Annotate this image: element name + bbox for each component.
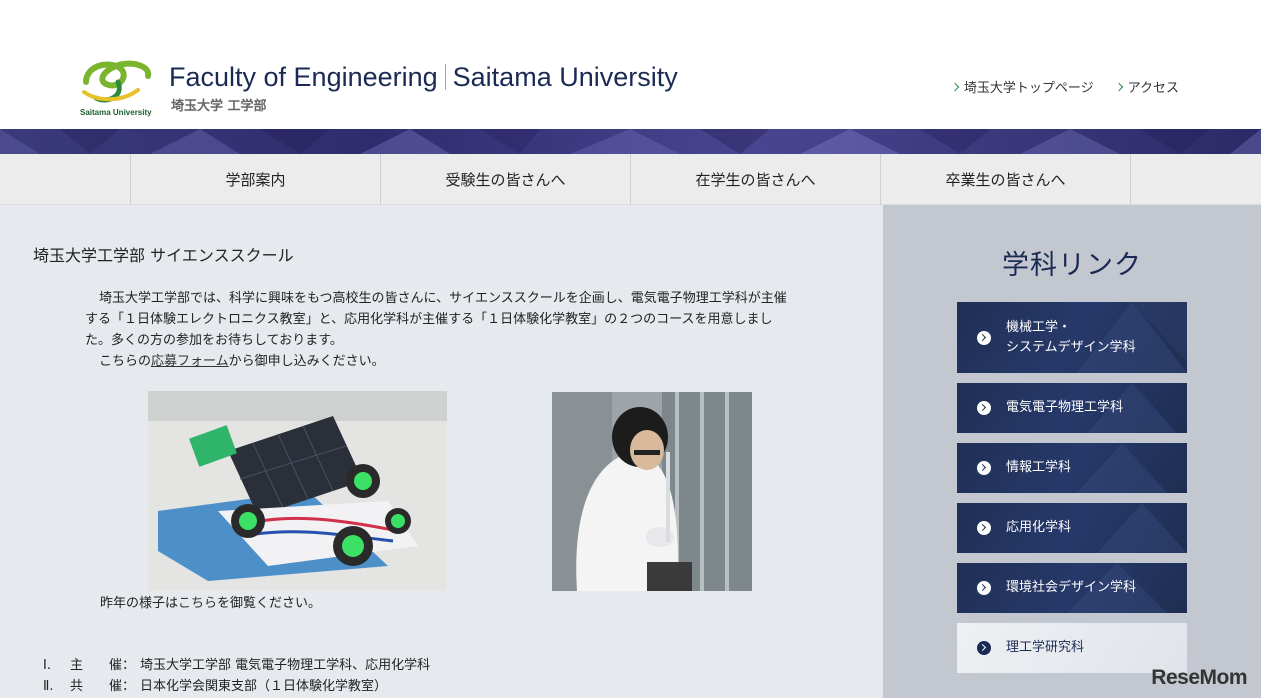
dept-link-electrical[interactable]: 電気電子物理工学科 — [957, 383, 1187, 433]
watermark-logo: ReseMom — [1151, 666, 1247, 689]
dept-link-label: 応用化学科 — [1006, 520, 1072, 535]
sidebar-title: 学科リンク — [1002, 250, 1142, 281]
dept-link-label: 理工学研究科 — [1006, 640, 1085, 655]
dept-link-environmental[interactable]: 環境社会デザイン学科 — [957, 563, 1187, 613]
top-link-label: 埼玉大学トップページ — [963, 81, 1094, 96]
dept-link-label: 環境社会デザイン学科 — [1006, 580, 1137, 595]
info-key: 主 催： — [70, 658, 136, 673]
top-link-university-top[interactable]: 埼玉大学トップページ — [950, 77, 1094, 96]
chemistry-lab-photo — [552, 392, 752, 591]
department-links-sidebar: 学科リンク 機械工学・ システムデザイン学科 電気電子物理工学科 情報工学科 応… — [883, 205, 1261, 698]
arrow-right-icon — [977, 521, 991, 535]
site-title-faculty: Faculty of Engineering — [169, 62, 438, 92]
logo-caption: Saitama University — [80, 108, 152, 117]
info-value: 埼玉大学工学部 電気電子物理工学科、応用化学科 — [140, 658, 431, 673]
site-title[interactable]: Faculty of Engineering Saitama University — [169, 62, 678, 93]
title-divider — [444, 64, 446, 90]
top-link-label: アクセス — [1127, 81, 1179, 96]
application-form-link[interactable]: 応募フォーム — [151, 354, 229, 369]
chevron-right-icon — [950, 82, 960, 91]
arrow-right-icon — [977, 581, 991, 595]
arrow-right-icon — [977, 641, 991, 655]
info-value: 日本化学会関東支部（１日体験化学教室） — [140, 679, 388, 694]
application-post: から御申し込みください。 — [228, 354, 385, 369]
arrow-right-icon — [977, 401, 991, 415]
info-row-cosponsor: Ⅱ. 共 催： 日本化学会関東支部（１日体験化学教室） — [43, 676, 430, 697]
info-key: 共 催： — [70, 679, 136, 694]
event-info-list: Ⅰ. 主 催： 埼玉大学工学部 電気電子物理工学科、応用化学科 Ⅱ. 共 催： … — [43, 655, 430, 697]
nav-item-applicants[interactable]: 受験生の皆さんへ — [381, 154, 631, 205]
top-links: 埼玉大学トップページ アクセス — [950, 77, 1179, 96]
chevron-right-icon — [1114, 82, 1123, 91]
nav-item-faculty-guide[interactable]: 学部案内 — [131, 154, 381, 205]
dept-link-mechanical[interactable]: 機械工学・ システムデザイン学科 — [957, 302, 1187, 373]
site-header: Saitama University Faculty of Engineerin… — [0, 0, 1261, 129]
dept-link-label: 電気電子物理工学科 — [1006, 400, 1124, 415]
nav-item-students[interactable]: 在学生の皆さんへ — [631, 154, 881, 205]
dept-link-label: 機械工学・ システムデザイン学科 — [1006, 319, 1136, 355]
arrow-right-icon — [977, 330, 991, 345]
intro-text: 埼玉大学工学部では、科学に興味をもつ高校生の皆さんに、サイエンススクールを企画し… — [85, 288, 795, 372]
decorative-band — [0, 129, 1261, 154]
top-link-access[interactable]: アクセス — [1114, 77, 1179, 96]
main-content: 埼玉大学工学部 サイエンススクール 埼玉大学工学部では、科学に興味をもつ高校生の… — [0, 205, 883, 698]
application-line: こちらの応募フォームから御申し込みください。 — [85, 351, 795, 372]
last-year-line: 昨年の様子はこちらを御覧ください。 — [100, 592, 321, 611]
last-year-link[interactable]: こちら — [178, 596, 217, 611]
nav-item-alumni[interactable]: 卒業生の皆さんへ — [881, 154, 1131, 205]
info-number: Ⅰ. — [43, 658, 51, 673]
last-year-pre: 昨年の様子は — [100, 596, 179, 611]
main-nav: 学部案内 受験生の皆さんへ 在学生の皆さんへ 卒業生の皆さんへ — [0, 154, 1261, 205]
application-pre: こちらの — [99, 354, 152, 369]
dept-link-applied-chemistry[interactable]: 応用化学科 — [957, 503, 1187, 553]
last-year-post: を御覧ください。 — [217, 596, 322, 611]
dept-link-information[interactable]: 情報工学科 — [957, 443, 1187, 493]
solar-car-photo — [148, 391, 447, 591]
arrow-right-icon — [977, 461, 991, 475]
dept-link-label: 情報工学科 — [1006, 460, 1072, 475]
info-number: Ⅱ. — [43, 679, 54, 694]
site-subtitle: 埼玉大学 工学部 — [171, 99, 267, 114]
page-title: 埼玉大学工学部 サイエンススクール — [33, 246, 294, 265]
intro-paragraph: 埼玉大学工学部では、科学に興味をもつ高校生の皆さんに、サイエンススクールを企画し… — [85, 291, 787, 348]
info-row-organizer: Ⅰ. 主 催： 埼玉大学工学部 電気電子物理工学科、応用化学科 — [43, 655, 430, 676]
site-title-university: Saitama University — [452, 62, 678, 92]
